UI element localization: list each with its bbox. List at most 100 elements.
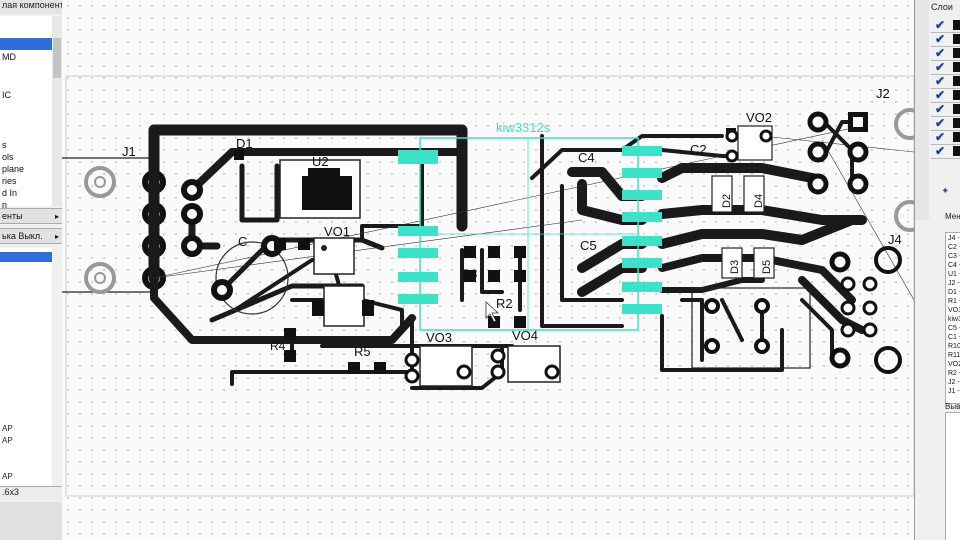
checkmark-icon[interactable]: ✔	[935, 60, 945, 74]
list-item[interactable]: J2 - 76	[948, 280, 960, 287]
layer-row[interactable]: ✔	[931, 102, 960, 117]
list-item[interactable]	[0, 38, 52, 50]
pcb-drawing[interactable]: J1 D1 U2 VO1 C kiw3312s R8 R2 R4 R5 VO3 …	[62, 0, 914, 540]
list-item[interactable]: plane	[0, 164, 52, 176]
layer-row[interactable]: ✔	[931, 32, 960, 47]
list-item[interactable]: AP	[0, 424, 13, 433]
component-library-panel: лая компонент MD IC s ols plane ries d I…	[0, 0, 63, 540]
label-d3: D3	[729, 260, 741, 274]
list-item[interactable]	[0, 72, 52, 84]
list-item[interactable]: AP	[0, 472, 13, 481]
layer-color-swatch	[953, 90, 960, 100]
layer-row[interactable]: ✔	[931, 74, 960, 89]
chevron-right-icon: ▸	[54, 232, 59, 241]
pcb-canvas[interactable]: J1 D1 U2 VO1 C kiw3312s R8 R2 R4 R5 VO3 …	[62, 0, 914, 540]
panel-footer	[0, 502, 62, 540]
checkmark-icon[interactable]: ✔	[935, 116, 945, 130]
bridge-rectifier[interactable]	[691, 287, 811, 369]
list-item[interactable]: J4 - 57	[948, 235, 960, 242]
checkmark-icon[interactable]: ✔	[935, 46, 945, 60]
layer-row[interactable]: ✔	[931, 46, 960, 61]
label-vo1: VO1	[324, 224, 350, 239]
label-vo2: VO2	[746, 110, 772, 125]
label-c1: C	[238, 234, 247, 249]
label-vo4: VO4	[512, 328, 538, 343]
connector-j2[interactable]	[807, 108, 914, 232]
component-list[interactable]	[0, 248, 52, 488]
list-item[interactable]: VO1 -	[948, 307, 960, 314]
list-item[interactable]: U1 - A	[948, 271, 960, 278]
pin-tool-icon[interactable]: ✦	[941, 186, 949, 197]
list-item[interactable]: ries	[0, 176, 52, 188]
list-item[interactable]: AP	[0, 436, 13, 445]
section-elements-header[interactable]: енты ▸	[0, 208, 62, 224]
list-item[interactable]: J1 - 39	[948, 388, 960, 395]
chevron-right-icon: ▸	[54, 212, 59, 221]
list-item[interactable]: IC	[0, 90, 52, 102]
list-item[interactable]: D1 - M	[948, 289, 960, 296]
layer-color-swatch	[953, 20, 960, 30]
layer-row[interactable]: ✔	[931, 144, 960, 159]
section-switch-header[interactable]: ька Выкл. ▸	[0, 228, 62, 244]
list-item[interactable]: R10 - 3	[948, 343, 960, 350]
layer-row[interactable]: ✔	[931, 116, 960, 131]
list-item[interactable]: R11 - 3	[948, 352, 960, 359]
layer-row[interactable]: ✔	[931, 88, 960, 103]
checkmark-icon[interactable]: ✔	[935, 130, 945, 144]
layer-row[interactable]: ✔	[931, 60, 960, 75]
label-j4: J4	[888, 232, 902, 247]
list-item[interactable]: R1 - 1	[948, 298, 960, 305]
optocoupler-vo2[interactable]	[725, 125, 773, 163]
section-label: ька Выкл.	[2, 231, 43, 241]
list-item[interactable]: C5 - 0.	[948, 325, 960, 332]
pad	[211, 279, 233, 301]
list-item[interactable]: ols	[0, 152, 52, 164]
component-manager-list[interactable]: J4 - 57 C2 - 22 C3 - 22 C4 - 0. U1 - A J2 - 7…	[945, 232, 960, 404]
canvas-scrollbar[interactable]	[915, 0, 929, 220]
layers-title: Слои	[931, 2, 953, 12]
section-label: енты	[2, 211, 23, 221]
checkmark-icon[interactable]: ✔	[935, 144, 945, 158]
pins-list[interactable]	[945, 412, 960, 540]
layer-color-swatch	[953, 62, 960, 72]
list-scrollbar[interactable]	[52, 16, 62, 206]
label-d4: D4	[753, 194, 765, 208]
panel-title: лая компонент	[0, 0, 62, 14]
checkmark-icon[interactable]: ✔	[935, 74, 945, 88]
layer-color-swatch	[953, 48, 960, 58]
layers-panel: Слои ✔✔✔✔✔✔✔✔✔✔ ✦ Менедж J4 - 57C2 - 22C…	[914, 0, 960, 540]
list-item[interactable]: C4 - 0.	[948, 262, 960, 269]
selected-list-item[interactable]	[0, 252, 52, 262]
list-item[interactable]: C3 - 22	[948, 253, 960, 260]
manager-title: Менедж	[945, 212, 960, 221]
optocoupler-vo1[interactable]	[312, 237, 374, 327]
checkmark-icon[interactable]: ✔	[935, 18, 945, 32]
board-size-status: .6x3	[0, 486, 62, 500]
checkmark-icon[interactable]: ✔	[935, 102, 945, 116]
list-item[interactable]: R2 - 22	[948, 370, 960, 377]
label-c2: C2	[690, 142, 707, 157]
list-item[interactable]: C2 - 22	[948, 244, 960, 251]
label-j2: J2	[876, 86, 890, 101]
label-selected-part: kiw3312s	[496, 120, 551, 135]
list-item[interactable]: J2 - 39	[948, 379, 960, 386]
list-item[interactable]: s	[0, 140, 52, 152]
board-outline	[65, 75, 914, 497]
layer-row[interactable]: ✔	[931, 130, 960, 145]
checkmark-icon[interactable]: ✔	[935, 88, 945, 102]
layer-row[interactable]: ✔	[931, 18, 960, 33]
optocoupler-vo3[interactable]	[404, 345, 473, 387]
label-r8: R8	[462, 267, 478, 281]
checkmark-icon[interactable]: ✔	[935, 32, 945, 46]
layer-color-swatch	[953, 34, 960, 44]
label-u2: U2	[312, 154, 329, 169]
list-item[interactable]: C1 - 66	[948, 334, 960, 341]
component-type-list[interactable]: MD IC s ols plane ries d In n	[0, 16, 53, 210]
list-item[interactable]: VO2 -	[948, 361, 960, 368]
list-item[interactable]: kiw331	[948, 316, 960, 323]
scrollbar-thumb[interactable]	[53, 38, 61, 78]
label-j1: J1	[122, 144, 136, 159]
list-item[interactable]: MD	[0, 52, 52, 64]
list-item[interactable]: d In	[0, 188, 52, 200]
connector-j4[interactable]	[829, 246, 902, 374]
